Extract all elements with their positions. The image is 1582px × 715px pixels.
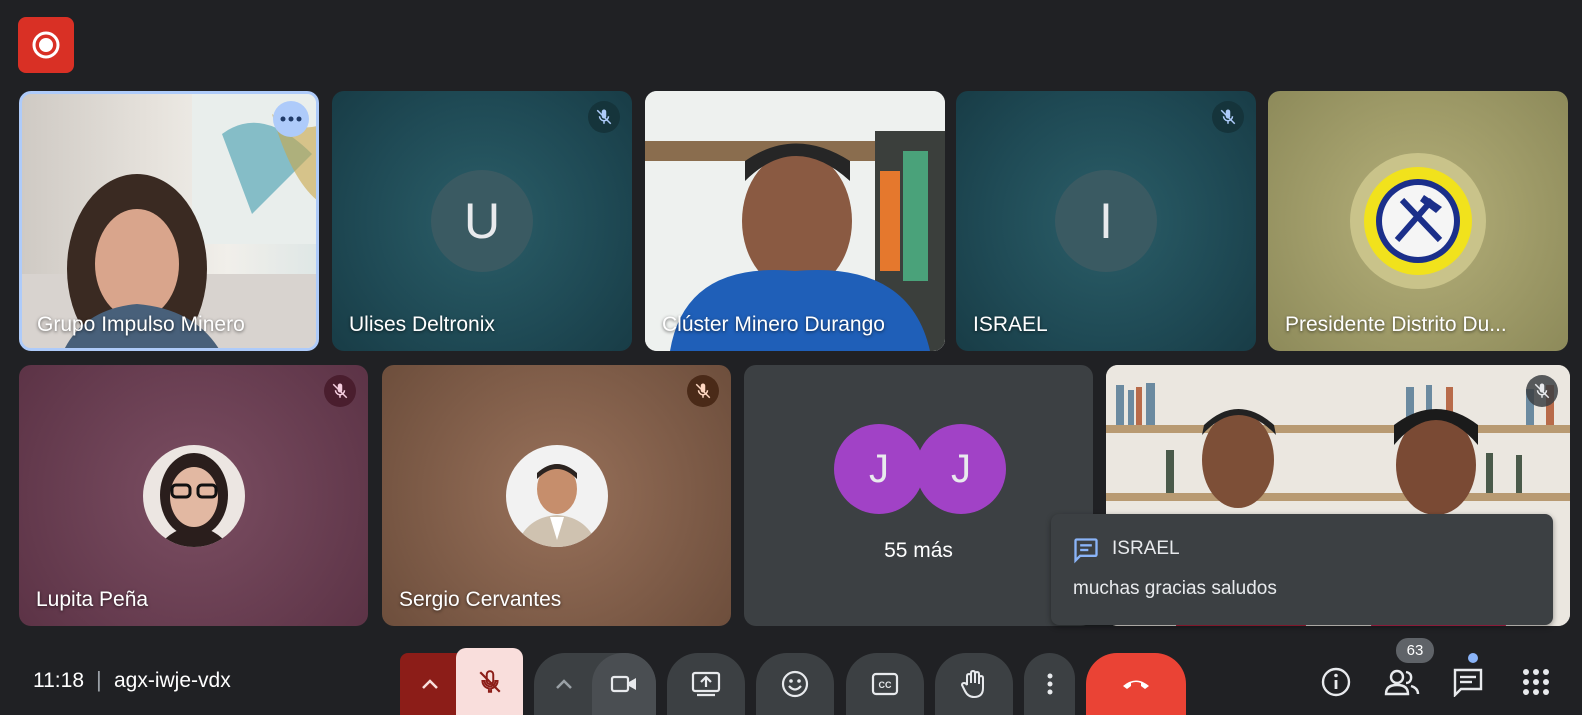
participant-tile[interactable]: I ISRAEL (956, 91, 1256, 351)
participant-tile[interactable]: Clúster Minero Durango (645, 91, 945, 351)
muted-indicator (1212, 101, 1244, 133)
more-participants-label: 55 más (884, 539, 953, 562)
more-options-button[interactable] (273, 101, 309, 137)
participant-tile[interactable]: Grupo Impulso Minero (19, 91, 319, 351)
emoji-icon (781, 670, 809, 698)
participant-name: Presidente Distrito Du... (1285, 313, 1507, 336)
participant-name: Grupo Impulso Minero (37, 313, 245, 336)
videocam-icon (610, 675, 636, 693)
participant-name: Lupita Peña (36, 588, 149, 611)
participant-tile[interactable]: Lupita Peña (19, 365, 368, 626)
avatar: J (916, 424, 1006, 514)
muted-indicator (588, 101, 620, 133)
more-vert-icon (1047, 673, 1052, 695)
unread-chat-dot (1468, 653, 1478, 663)
people-button[interactable] (1384, 664, 1420, 700)
participant-name: ISRAEL (973, 313, 1048, 336)
separator: | (96, 667, 102, 692)
chevron-up-icon (422, 679, 438, 689)
mic-off-icon (695, 383, 711, 399)
chat-icon (1453, 668, 1483, 697)
chevron-up-icon (556, 679, 572, 689)
mic-off-icon (478, 669, 501, 693)
avatar: J (834, 424, 924, 514)
meeting-time: 11:18 (33, 669, 84, 692)
participant-logo (1350, 153, 1486, 289)
closed-caption-icon: CC (871, 672, 899, 696)
mic-off-icon (596, 109, 612, 125)
participant-name: Ulises Deltronix (349, 313, 495, 336)
people-icon (1384, 669, 1420, 696)
muted-indicator (1526, 375, 1558, 407)
apps-grid-icon (1523, 669, 1549, 695)
avatar: U (431, 170, 533, 272)
reactions-button[interactable] (756, 653, 834, 715)
participant-name: Clúster Minero Durango (662, 313, 885, 336)
profile-photo (143, 445, 245, 547)
info-icon (1321, 667, 1351, 697)
avatar: I (1055, 170, 1157, 272)
chat-icon (1074, 538, 1098, 564)
muted-indicator (687, 375, 719, 407)
hand-icon (960, 669, 984, 699)
meeting-details-button[interactable] (1318, 664, 1354, 700)
profile-photo (506, 445, 608, 547)
leave-call-button[interactable] (1086, 653, 1186, 715)
muted-indicator (324, 375, 356, 407)
mic-off-icon (1534, 383, 1550, 399)
video-options-arrow[interactable] (534, 653, 594, 715)
mic-toggle-button[interactable] (456, 648, 523, 715)
more-participants-tile[interactable]: J J 55 más (744, 365, 1093, 626)
participant-video (645, 91, 945, 351)
present-screen-button[interactable] (667, 653, 745, 715)
participant-name: Sergio Cervantes (399, 588, 562, 611)
camera-toggle-button[interactable] (592, 653, 656, 715)
raise-hand-button[interactable] (935, 653, 1013, 715)
more-options-button[interactable] (1024, 653, 1075, 715)
participant-tile[interactable]: U Ulises Deltronix (332, 91, 632, 351)
record-icon (32, 31, 60, 59)
participants-count-badge: 63 (1396, 638, 1434, 663)
captions-button[interactable]: CC (846, 653, 924, 715)
svg-text:CC: CC (879, 680, 892, 690)
participant-tile[interactable]: Presidente Distrito Du... (1268, 91, 1568, 351)
mic-off-icon (332, 383, 348, 399)
chat-sender: ISRAEL (1112, 538, 1180, 559)
mic-off-icon (1220, 109, 1236, 125)
association-seal-icon (1364, 167, 1472, 275)
chat-message: muchas gracias saludos (1073, 578, 1277, 599)
meeting-code: agx-iwje-vdx (114, 669, 231, 692)
more-horiz-icon (280, 116, 302, 122)
call-end-icon (1123, 680, 1149, 689)
present-to-all-icon (691, 671, 721, 697)
chat-button[interactable] (1450, 664, 1486, 700)
chat-notification[interactable]: ISRAEL muchas gracias saludos (1051, 514, 1553, 625)
audio-options-arrow[interactable] (400, 653, 460, 715)
recording-indicator[interactable] (18, 17, 74, 73)
activities-button[interactable] (1518, 664, 1554, 700)
participant-tile[interactable]: Sergio Cervantes (382, 365, 731, 626)
